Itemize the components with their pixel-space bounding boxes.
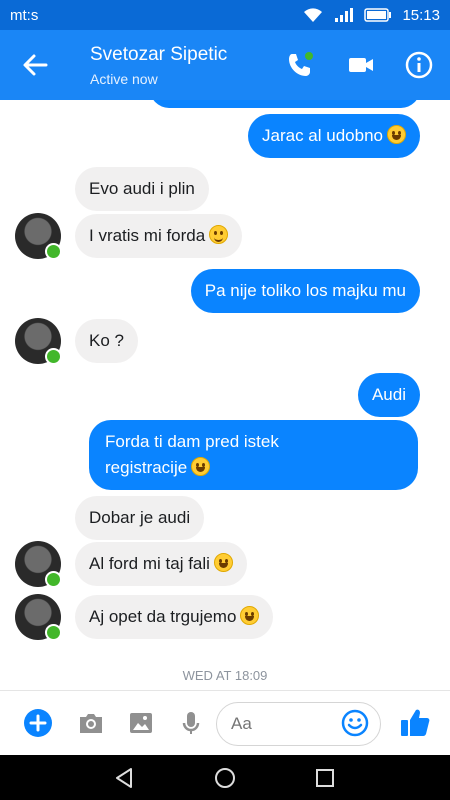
message-text: Jarac al udobno — [262, 126, 383, 145]
message-incoming[interactable]: I vratis mi forda — [75, 214, 243, 258]
message-text: Aj opet da trgujemo — [89, 607, 237, 626]
back-nav-icon[interactable] — [112, 766, 136, 790]
grinning-face-icon — [191, 457, 211, 476]
voice-call-icon[interactable] — [285, 50, 315, 80]
message-bubble-partial — [150, 100, 420, 108]
avatar[interactable] — [15, 318, 62, 365]
wifi-icon — [304, 8, 323, 22]
message-text: Ko ? — [89, 331, 124, 350]
grinning-face-icon — [387, 125, 406, 144]
back-arrow-icon[interactable] — [20, 50, 50, 80]
message-composer — [0, 690, 450, 755]
thumbs-up-icon[interactable] — [398, 706, 432, 740]
grinning-face-icon — [213, 553, 233, 572]
carrier-label: mt:s — [10, 6, 39, 24]
info-icon[interactable] — [404, 50, 434, 80]
status-bar: mt:s 15:13 — [0, 0, 450, 30]
message-text-line2: registracije — [105, 458, 188, 477]
photo-icon[interactable] — [126, 708, 156, 738]
video-call-icon[interactable] — [346, 50, 376, 80]
avatar[interactable] — [15, 213, 62, 260]
message-text: Dobar je audi — [89, 508, 191, 527]
message-text: Al ford mi taj fali — [89, 554, 210, 573]
message-text: Audi — [371, 385, 406, 404]
contact-status: Active now — [90, 71, 158, 87]
message-text: I vratis mi forda — [89, 226, 206, 245]
plus-icon[interactable] — [23, 708, 53, 738]
message-incoming[interactable]: Aj opet da trgujemo — [75, 595, 274, 639]
avatar[interactable] — [15, 594, 62, 641]
recents-nav-icon[interactable] — [313, 766, 337, 790]
message-text: Evo audi i plin — [89, 179, 195, 198]
signal-icon — [335, 8, 354, 22]
battery-icon — [364, 8, 392, 22]
message-list[interactable]: Jarac al udobno Evo audi i plin I vratis… — [0, 100, 450, 690]
contact-name[interactable]: Svetozar Sipetic — [90, 44, 227, 66]
message-text: Pa nije toliko los majku mu — [204, 281, 406, 300]
message-outgoing[interactable]: Audi — [357, 373, 420, 417]
microphone-icon[interactable] — [176, 708, 206, 738]
message-outgoing[interactable]: Pa nije toliko los majku mu — [190, 269, 420, 313]
message-outgoing[interactable]: Forda ti dam pred istek registracije — [89, 420, 418, 490]
clock: 15:13 — [402, 6, 440, 24]
smiling-face-icon — [209, 225, 229, 244]
message-incoming[interactable]: Dobar je audi — [75, 496, 205, 540]
timestamp-label: WED AT 18:09 — [182, 668, 268, 683]
avatar[interactable] — [15, 541, 62, 588]
message-text-line1: Forda ti dam pred istek — [105, 432, 279, 451]
message-incoming[interactable]: Evo audi i plin — [75, 167, 209, 211]
message-outgoing[interactable]: Jarac al udobno — [248, 114, 420, 158]
grinning-face-icon — [240, 606, 260, 625]
home-nav-icon[interactable] — [213, 766, 237, 790]
message-incoming[interactable]: Al ford mi taj fali — [75, 542, 247, 586]
camera-icon[interactable] — [76, 708, 106, 738]
emoji-icon[interactable] — [341, 709, 369, 737]
navigation-bar — [0, 755, 450, 800]
chat-header: Svetozar Sipetic Active now — [0, 30, 450, 100]
message-incoming[interactable]: Ko ? — [75, 319, 138, 363]
